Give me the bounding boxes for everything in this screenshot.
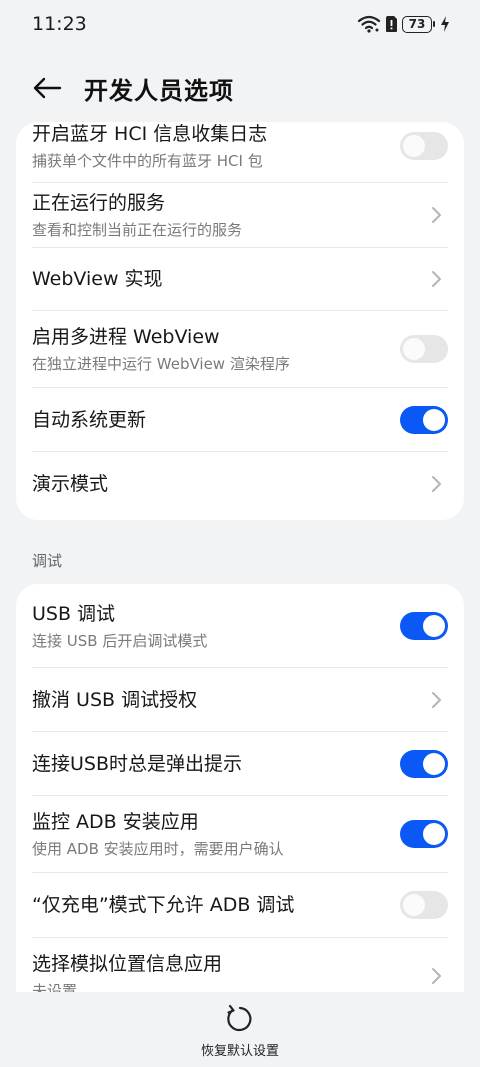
charging-icon [441,16,449,32]
row-usb-debugging[interactable]: USB 调试 连接 USB 后开启调试模式 [16,584,464,667]
battery-level: 73 [408,17,426,31]
row-demo-mode[interactable]: 演示模式 [16,452,464,516]
row-monitor-adb-install[interactable]: 监控 ADB 安装应用 使用 ADB 安装应用时，需要用户确认 [16,796,464,872]
settings-card-general: 开启蓝牙 HCI 信息收集日志 捕获单个文件中的所有蓝牙 HCI 包 正在运行的… [16,122,464,520]
restore-defaults-label: 恢复默认设置 [200,1044,279,1059]
row-subtitle: 查看和控制当前正在运行的服务 [32,221,243,239]
row-multiprocess-webview[interactable]: 启用多进程 WebView 在独立进程中运行 WebView 渲染程序 [16,311,464,387]
chevron-right-icon [432,271,441,287]
chevron-right-icon [432,476,441,492]
back-arrow-icon [33,77,62,99]
settings-card-debug: USB 调试 连接 USB 后开启调试模式 撤消 USB 调试授权 连接USB时… [16,584,464,992]
row-title: 开启蓝牙 HCI 信息收集日志 [32,123,268,145]
auto-system-update-toggle[interactable] [400,405,448,434]
row-title: USB 调试 [32,602,116,625]
monitor-adb-install-toggle[interactable] [400,820,448,848]
row-subtitle: 未设置 [32,982,78,992]
row-title: 选择模拟位置信息应用 [32,953,223,975]
charge-only-adb-toggle[interactable] [400,891,448,919]
usb-connect-prompt-toggle[interactable] [400,749,448,778]
chevron-right-icon [432,968,441,984]
row-auto-system-update[interactable]: 自动系统更新 [16,388,464,451]
row-title: 连接USB时总是弹出提示 [32,752,243,775]
row-title: 正在运行的服务 [32,192,166,214]
wifi-icon [357,15,381,33]
status-bar: 11:23 73 [0,0,480,48]
section-label-debug: 调试 [32,552,63,570]
status-time: 11:23 [32,13,87,35]
usb-debugging-toggle[interactable] [400,611,448,640]
row-usb-connect-prompt[interactable]: 连接USB时总是弹出提示 [16,732,464,795]
row-running-services[interactable]: 正在运行的服务 查看和控制当前正在运行的服务 [16,183,464,247]
app-header: 开发人员选项 [0,60,480,116]
row-revoke-usb-auth[interactable]: 撤消 USB 调试授权 [16,668,464,731]
row-subtitle: 连接 USB 后开启调试模式 [32,631,208,650]
page-title: 开发人员选项 [84,76,234,105]
row-mock-location-app[interactable]: 选择模拟位置信息应用 未设置 [16,938,464,992]
bottom-action-bar: 恢复默认设置 [0,992,480,1067]
chevron-right-icon [432,691,441,708]
row-title: 撤消 USB 调试授权 [32,688,198,711]
chevron-right-icon [432,207,441,223]
settings-list[interactable]: 开启蓝牙 HCI 信息收集日志 捕获单个文件中的所有蓝牙 HCI 包 正在运行的… [0,122,480,992]
row-subtitle: 捕获单个文件中的所有蓝牙 HCI 包 [32,152,263,170]
row-title: 启用多进程 WebView [32,326,220,348]
restore-icon [227,1004,252,1032]
status-icons: 73 [357,14,450,34]
row-webview-impl[interactable]: WebView 实现 [16,248,464,310]
battery-icon: 73 [402,15,435,33]
restore-defaults-button[interactable]: 恢复默认设置 [201,1002,279,1059]
row-title: 演示模式 [32,473,109,495]
row-charge-only-adb[interactable]: “仅充电”模式下允许 ADB 调试 [16,873,464,937]
multiprocess-webview-toggle[interactable] [400,335,448,363]
row-bluetooth-hci-log[interactable]: 开启蓝牙 HCI 信息收集日志 捕获单个文件中的所有蓝牙 HCI 包 [16,122,464,182]
row-title: 自动系统更新 [32,408,147,431]
sim-alert-icon [386,16,397,32]
row-title: WebView 实现 [32,268,163,290]
row-title: 监控 ADB 安装应用 [32,811,199,833]
bluetooth-hci-toggle[interactable] [400,132,448,160]
back-button[interactable] [30,71,64,105]
row-subtitle: 使用 ADB 安装应用时，需要用户确认 [32,840,284,858]
row-title: “仅充电”模式下允许 ADB 调试 [32,894,295,916]
row-subtitle: 在独立进程中运行 WebView 渲染程序 [32,355,290,373]
